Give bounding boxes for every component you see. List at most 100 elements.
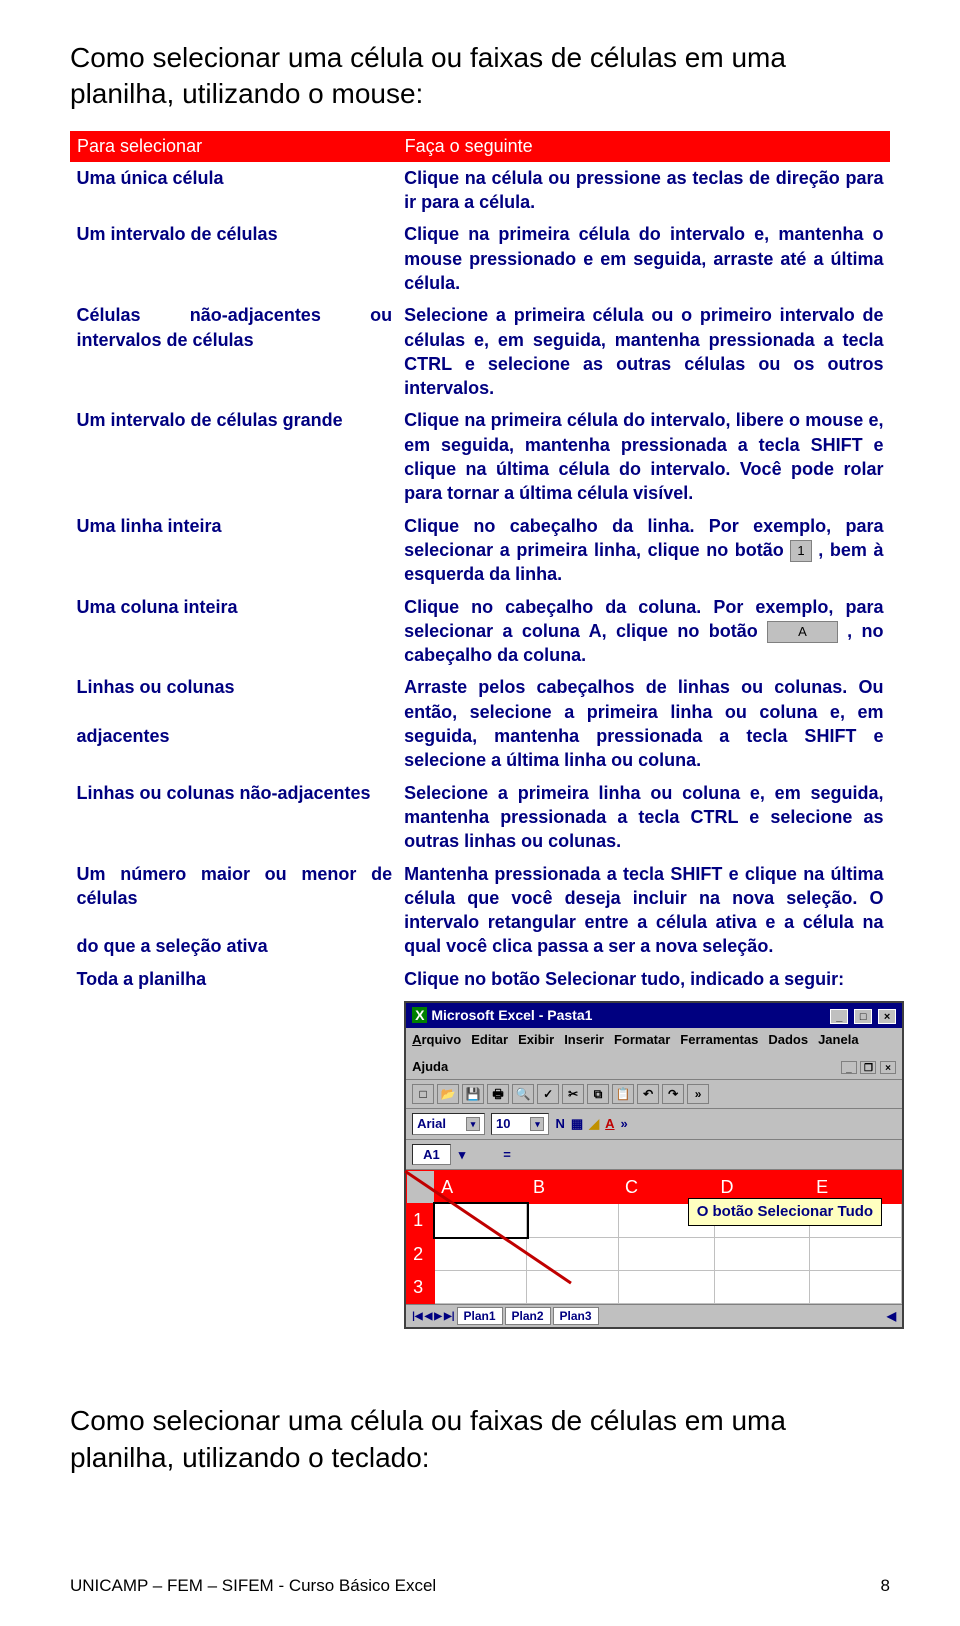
hscroll-left-icon[interactable]: ◀ bbox=[887, 1308, 896, 1324]
table-header-right: Faça o seguinte bbox=[398, 131, 889, 161]
font-selector[interactable]: Arial ▾ bbox=[412, 1113, 485, 1135]
row-text-a: Clique no cabeçalho da linha. Por exempl… bbox=[404, 516, 883, 560]
menu-item[interactable]: Ajuda bbox=[412, 1058, 448, 1076]
excel-toolbar: □ 📂 💾 🖶 🔍 ✓ ✂ ⧉ 📋 ↶ ↷ » bbox=[406, 1080, 902, 1109]
row-action: Arraste pelos cabeçalhos de linhas ou co… bbox=[398, 671, 889, 776]
menu-item[interactable]: Exibir bbox=[518, 1031, 554, 1049]
fill-icon[interactable]: ◢ bbox=[589, 1115, 599, 1133]
new-icon[interactable]: □ bbox=[412, 1084, 434, 1104]
save-icon[interactable]: 💾 bbox=[462, 1084, 484, 1104]
row-action: Clique no cabeçalho da linha. Por exempl… bbox=[398, 510, 889, 591]
col-header[interactable]: B bbox=[527, 1171, 619, 1204]
tab-nav-first-icon[interactable]: |◀ bbox=[412, 1310, 423, 1324]
row-header[interactable]: 3 bbox=[407, 1270, 435, 1303]
sheet-tab[interactable]: Plan2 bbox=[505, 1307, 551, 1325]
menu-item[interactable]: Editar bbox=[471, 1031, 508, 1049]
tab-nav-last-icon[interactable]: ▶| bbox=[444, 1310, 455, 1324]
doc-minimize-icon[interactable]: _ bbox=[841, 1061, 857, 1074]
cell[interactable] bbox=[435, 1270, 527, 1303]
more-icon[interactable]: » bbox=[621, 1115, 628, 1133]
table-row: Linhas ou colunas adjacentes Arraste pel… bbox=[71, 671, 890, 776]
row-select: Um número maior ou menor de células do q… bbox=[71, 858, 399, 963]
row-action: Clique no botão Selecionar tudo, indicad… bbox=[398, 963, 889, 1334]
row-action: Clique na primeira célula do intervalo, … bbox=[398, 404, 889, 509]
row-header-1-icon: 1 bbox=[790, 540, 811, 562]
row-action: Clique na primeira célula do intervalo e… bbox=[398, 218, 889, 299]
doc-restore-icon[interactable]: ❐ bbox=[860, 1061, 876, 1074]
selection-table: Para selecionar Faça o seguinte Uma únic… bbox=[70, 131, 890, 1334]
callout-label: O botão Selecionar Tudo bbox=[688, 1198, 882, 1226]
excel-sheet-tabs: |◀ ◀ ▶ ▶| Plan1 Plan2 Plan3 ◀ bbox=[406, 1304, 902, 1327]
minimize-icon[interactable]: _ bbox=[830, 1009, 848, 1024]
dropdown-icon[interactable]: ▾ bbox=[459, 1146, 466, 1164]
more-icon[interactable]: » bbox=[687, 1084, 709, 1104]
menu-item[interactable]: Janela bbox=[818, 1031, 858, 1049]
menu-item[interactable]: Inserir bbox=[564, 1031, 604, 1049]
row-action: Clique na célula ou pressione as teclas … bbox=[398, 161, 889, 218]
excel-grid: O botão Selecionar Tudo A B C D E bbox=[406, 1170, 902, 1304]
excel-format-bar: Arial ▾ 10 ▾ N ▦ ◢ A » bbox=[406, 1109, 902, 1140]
row-select: Um intervalo de células bbox=[71, 218, 399, 299]
paste-icon[interactable]: 📋 bbox=[612, 1084, 634, 1104]
excel-menubar: AArquivorquivo Editar Exibir Inserir For… bbox=[406, 1028, 902, 1080]
cell[interactable] bbox=[527, 1237, 619, 1270]
table-row: Uma coluna inteira Clique no cabeçalho d… bbox=[71, 591, 890, 672]
cell[interactable] bbox=[618, 1237, 714, 1270]
doc-close-icon[interactable]: × bbox=[880, 1061, 896, 1074]
bold-icon[interactable]: N bbox=[555, 1115, 564, 1133]
row-action-text: Clique no botão Selecionar tudo, indicad… bbox=[404, 967, 883, 991]
formula-equals-icon: = bbox=[503, 1146, 511, 1164]
namebox[interactable]: A1 bbox=[412, 1144, 451, 1166]
close-icon[interactable]: × bbox=[878, 1009, 896, 1024]
table-row: Uma linha inteira Clique no cabeçalho da… bbox=[71, 510, 890, 591]
preview-icon[interactable]: 🔍 bbox=[512, 1084, 534, 1104]
menu-item[interactable]: Ferramentas bbox=[680, 1031, 758, 1049]
font-size: 10 bbox=[496, 1115, 510, 1133]
borders-icon[interactable]: ▦ bbox=[571, 1115, 583, 1133]
doc-window-controls: _ ❐ × bbox=[841, 1058, 896, 1076]
font-color-icon[interactable]: A bbox=[605, 1115, 614, 1133]
cell[interactable] bbox=[714, 1270, 810, 1303]
font-name: Arial bbox=[417, 1115, 446, 1133]
dropdown-icon[interactable]: ▾ bbox=[466, 1117, 480, 1131]
tab-nav-prev-icon[interactable]: ◀ bbox=[425, 1310, 433, 1324]
row-select: Toda a planilha bbox=[71, 963, 399, 1334]
cell[interactable] bbox=[810, 1237, 902, 1270]
spell-icon[interactable]: ✓ bbox=[537, 1084, 559, 1104]
col-header-a-icon: A bbox=[767, 621, 838, 643]
row-action: Mantenha pressionada a tecla SHIFT e cli… bbox=[398, 858, 889, 963]
tab-nav-next-icon[interactable]: ▶ bbox=[434, 1310, 442, 1324]
redo-icon[interactable]: ↷ bbox=[662, 1084, 684, 1104]
menu-item[interactable]: Formatar bbox=[614, 1031, 670, 1049]
row-select: Uma única célula bbox=[71, 161, 399, 218]
cut-icon[interactable]: ✂ bbox=[562, 1084, 584, 1104]
cell[interactable] bbox=[618, 1270, 714, 1303]
row-select: Uma linha inteira bbox=[71, 510, 399, 591]
row-header[interactable]: 2 bbox=[407, 1237, 435, 1270]
cell[interactable] bbox=[810, 1270, 902, 1303]
row-header[interactable]: 1 bbox=[407, 1204, 435, 1237]
font-size-selector[interactable]: 10 ▾ bbox=[491, 1113, 549, 1135]
sheet-tab[interactable]: Plan3 bbox=[553, 1307, 599, 1325]
footer-page-number: 8 bbox=[881, 1576, 890, 1596]
page-footer: UNICAMP – FEM – SIFEM - Curso Básico Exc… bbox=[70, 1576, 890, 1596]
maximize-icon[interactable]: □ bbox=[854, 1009, 872, 1024]
menu-item[interactable]: Dados bbox=[768, 1031, 808, 1049]
sheet-tab[interactable]: Plan1 bbox=[457, 1307, 503, 1325]
table-row: Um intervalo de células grande Clique na… bbox=[71, 404, 890, 509]
excel-titlebar: X Microsoft Excel - Pasta1 _ □ × bbox=[406, 1003, 902, 1028]
print-icon[interactable]: 🖶 bbox=[487, 1084, 509, 1104]
cell[interactable] bbox=[527, 1204, 619, 1237]
cell[interactable] bbox=[527, 1270, 619, 1303]
table-row: Células não-adjacentes ou intervalos de … bbox=[71, 299, 890, 404]
dropdown-icon[interactable]: ▾ bbox=[530, 1117, 544, 1131]
cell[interactable] bbox=[714, 1237, 810, 1270]
undo-icon[interactable]: ↶ bbox=[637, 1084, 659, 1104]
open-icon[interactable]: 📂 bbox=[437, 1084, 459, 1104]
window-controls: _ □ × bbox=[828, 1006, 896, 1025]
menu-item[interactable]: AArquivorquivo bbox=[412, 1031, 461, 1049]
copy-icon[interactable]: ⧉ bbox=[587, 1084, 609, 1104]
table-header-left: Para selecionar bbox=[71, 131, 399, 161]
table-row: Um número maior ou menor de células do q… bbox=[71, 858, 890, 963]
excel-logo-icon: X bbox=[412, 1007, 427, 1023]
